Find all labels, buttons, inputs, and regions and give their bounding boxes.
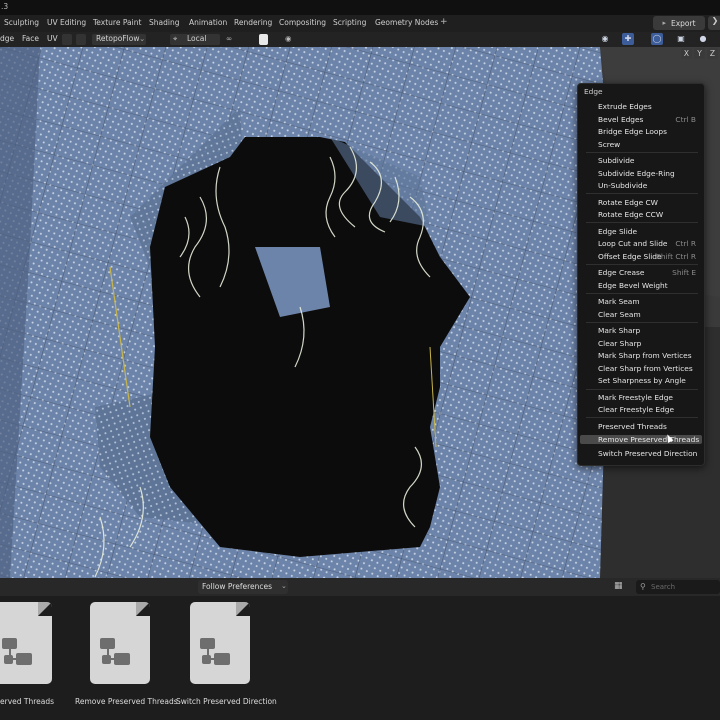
asset-label: Switch Preserved Direction xyxy=(176,697,277,706)
menu-item-un-subdivide[interactable]: Un-Subdivide xyxy=(598,181,702,190)
menu-separator xyxy=(586,322,698,323)
menu-item-bevel-edges[interactable]: Bevel Edges Ctrl B xyxy=(598,115,702,124)
mesh-toggle-icon[interactable] xyxy=(62,34,72,45)
viewport-overlay-icons: ◉ ✚ ◯ ▣ ● xyxy=(597,33,720,47)
export-button[interactable]: ▸ Export xyxy=(653,16,705,30)
menu-item-edge-slide[interactable]: Edge Slide xyxy=(598,227,702,236)
xray-toggle-icon[interactable]: ▣ xyxy=(675,33,687,45)
menu-item-mark-sharp[interactable]: Mark Sharp xyxy=(598,326,702,335)
menu-separator xyxy=(586,417,698,418)
scene-selector[interactable]: ❯ xyxy=(708,16,720,30)
menu-item-subdivide[interactable]: Subdivide xyxy=(598,156,702,165)
overlay-toggle-icon[interactable]: ◯ xyxy=(651,33,663,45)
gizmo-axis-z[interactable]: Z xyxy=(707,48,718,59)
tab-texture-paint[interactable]: Texture Paint xyxy=(93,18,141,27)
menu-separator xyxy=(586,264,698,265)
menu-item-extrude-edges[interactable]: Extrude Edges xyxy=(598,102,702,111)
menu-separator xyxy=(586,293,698,294)
chevron-down-icon: ⌄ xyxy=(139,34,146,43)
menu-item-loop-cut-and-slide[interactable]: Loop Cut and Slide Ctrl R xyxy=(598,239,702,248)
search-placeholder: Search xyxy=(651,583,676,591)
menu-item-set-sharpness-by-angle[interactable]: Set Sharpness by Angle xyxy=(598,376,702,385)
menu-item-rotate-edge-ccw[interactable]: Rotate Edge CCW xyxy=(598,210,702,219)
snap-element-icon[interactable] xyxy=(259,34,268,45)
tab-geometry-nodes[interactable]: Geometry Nodes xyxy=(375,18,438,27)
asset-browser-header: Follow Preferences ⌄ ▦ ⚲ Search xyxy=(0,578,720,596)
gizmo-toggle-icon[interactable]: ✚ xyxy=(622,33,634,45)
orientation-icon: ⌖ xyxy=(173,34,178,43)
menu-item-subdivide-edge-ring[interactable]: Subdivide Edge-Ring xyxy=(598,169,702,178)
add-workspace-button[interactable]: + xyxy=(440,17,448,27)
tab-shading[interactable]: Shading xyxy=(149,18,179,27)
menu-item-rotate-edge-cw[interactable]: Rotate Edge CW xyxy=(598,198,702,207)
edge-context-menu: Edge Extrude Edges Bevel Edges Ctrl B Bri… xyxy=(577,83,705,466)
title-bar: .3 xyxy=(0,0,720,15)
menu-item-preserved-threads[interactable]: Preserved Threads xyxy=(598,422,702,431)
menu-item-bridge-edge-loops[interactable]: Bridge Edge Loops xyxy=(598,127,702,136)
menu-item-offset-edge-slide[interactable]: Offset Edge Slide Shift Ctrl R xyxy=(598,252,702,261)
menu-item-screw[interactable]: Screw xyxy=(598,140,702,149)
snap-toggle-icon[interactable] xyxy=(76,34,86,45)
menu-item-remove-preserved-threads[interactable]: Remove Preserved Threads xyxy=(580,435,702,444)
proportional-edit-icon[interactable]: ◉ xyxy=(285,34,292,43)
menu-separator xyxy=(586,389,698,390)
navigation-gizmo[interactable]: X Y Z xyxy=(681,47,720,60)
node-group-icon xyxy=(90,602,150,684)
menu-item-mark-seam[interactable]: Mark Seam xyxy=(598,297,702,306)
tab-sculpting[interactable]: Sculpting xyxy=(4,18,39,27)
tab-uv-editing[interactable]: UV Editing xyxy=(47,18,86,27)
version-label: .3 xyxy=(1,2,9,11)
gizmo-axis-x[interactable]: X xyxy=(681,48,692,59)
menu-item-clear-seam[interactable]: Clear Seam xyxy=(598,310,702,319)
menu-item-mark-freestyle-edge[interactable]: Mark Freestyle Edge xyxy=(598,393,702,402)
menu-item-clear-freestyle-edge[interactable]: Clear Freestyle Edge xyxy=(598,405,702,414)
search-input[interactable]: ⚲ Search xyxy=(636,580,720,594)
menu-separator xyxy=(586,222,698,223)
search-icon: ⚲ xyxy=(640,582,646,591)
retopoflow-label: RetopoFlow xyxy=(96,34,140,43)
node-group-icon xyxy=(190,602,250,684)
shading-solid-icon[interactable]: ● xyxy=(697,33,709,45)
menu-item-edge-crease[interactable]: Edge Crease Shift E xyxy=(598,268,702,277)
orientation-label: Local xyxy=(187,34,207,43)
workspace-tabs-bar: Sculpting UV Editing Texture Paint Shadi… xyxy=(0,15,720,32)
asset-tile[interactable] xyxy=(90,602,154,684)
follow-preferences-dropdown[interactable]: Follow Preferences ⌄ xyxy=(198,580,288,594)
asset-tile[interactable] xyxy=(0,602,56,684)
export-label: Export xyxy=(670,18,696,28)
visibility-icon[interactable]: ◉ xyxy=(599,33,611,45)
node-group-icon xyxy=(0,602,52,684)
select-mode-edge[interactable]: dge xyxy=(0,34,14,43)
chevron-down-icon: ⌄ xyxy=(281,582,287,590)
pivot-icon[interactable]: ∞ xyxy=(226,34,232,43)
asset-tile[interactable] xyxy=(190,602,254,684)
select-mode-face[interactable]: Face xyxy=(22,34,39,43)
menu-item-clear-sharp[interactable]: Clear Sharp xyxy=(598,339,702,348)
follow-preferences-label: Follow Preferences xyxy=(202,582,273,591)
menu-separator xyxy=(586,152,698,153)
menu-item-clear-sharp-from-vertices[interactable]: Clear Sharp from Vertices xyxy=(598,364,702,373)
asset-label: erved Threads xyxy=(0,697,55,706)
menu-item-edge-bevel-weight[interactable]: Edge Bevel Weight xyxy=(598,281,702,290)
menu-separator xyxy=(586,193,698,194)
menu-item-switch-preserved-direction[interactable]: Switch Preserved Direction xyxy=(598,449,702,458)
tab-scripting[interactable]: Scripting xyxy=(333,18,366,27)
asset-label: Remove Preserved Threads xyxy=(75,697,178,706)
menu-title: Edge xyxy=(584,87,603,96)
menu-item-mark-sharp-from-vertices[interactable]: Mark Sharp from Vertices xyxy=(598,351,702,360)
gizmo-axis-y[interactable]: Y xyxy=(694,48,705,59)
uv-menu[interactable]: UV xyxy=(47,34,58,43)
tab-animation[interactable]: Animation xyxy=(189,18,227,27)
tab-rendering[interactable]: Rendering xyxy=(234,18,272,27)
export-icon: ▸ xyxy=(662,19,666,27)
grid-view-icon[interactable]: ▦ xyxy=(614,581,628,593)
tab-compositing[interactable]: Compositing xyxy=(279,18,326,27)
